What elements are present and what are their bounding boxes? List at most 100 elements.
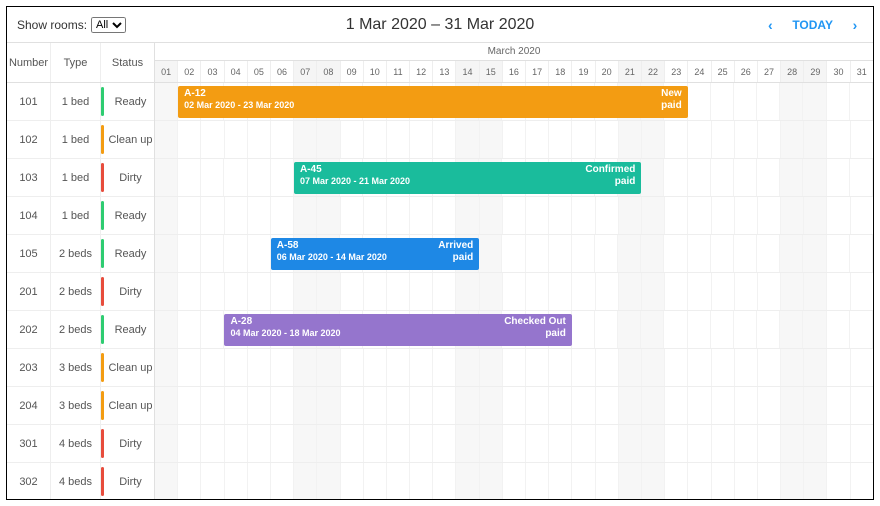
- timeline-cell[interactable]: [317, 387, 340, 424]
- timeline-cell[interactable]: [526, 273, 549, 310]
- timeline-cell[interactable]: [294, 273, 317, 310]
- timeline-cell[interactable]: [433, 273, 456, 310]
- timeline-cell[interactable]: [781, 273, 804, 310]
- timeline-cell[interactable]: [201, 311, 224, 348]
- timeline-cell[interactable]: [271, 463, 294, 499]
- timeline-cell[interactable]: [665, 197, 688, 234]
- timeline-cell[interactable]: [803, 83, 826, 120]
- timeline-cell[interactable]: [480, 197, 503, 234]
- timeline-cell[interactable]: [201, 387, 224, 424]
- timeline-cell[interactable]: [664, 235, 687, 272]
- timeline-cell[interactable]: [178, 121, 201, 158]
- timeline-cell[interactable]: [410, 349, 433, 386]
- timeline-cell[interactable]: [688, 349, 711, 386]
- timeline-cell[interactable]: [178, 197, 201, 234]
- timeline-cell[interactable]: [711, 235, 734, 272]
- timeline-row[interactable]: [155, 273, 873, 311]
- today-button[interactable]: TODAY: [792, 18, 833, 32]
- timeline-cell[interactable]: [851, 425, 873, 462]
- timeline-cell[interactable]: [503, 273, 526, 310]
- timeline-cell[interactable]: [850, 235, 873, 272]
- timeline-cell[interactable]: [758, 387, 781, 424]
- timeline-cell[interactable]: [572, 121, 595, 158]
- timeline-cell[interactable]: [758, 197, 781, 234]
- timeline-cell[interactable]: [480, 387, 503, 424]
- timeline-cell[interactable]: [410, 387, 433, 424]
- timeline-cell[interactable]: [456, 121, 479, 158]
- timeline-cell[interactable]: [433, 463, 456, 499]
- timeline-cell[interactable]: [665, 349, 688, 386]
- timeline-cell[interactable]: [804, 463, 827, 499]
- timeline-cell[interactable]: [781, 121, 804, 158]
- timeline-cell[interactable]: [225, 121, 248, 158]
- timeline-cell[interactable]: [850, 83, 873, 120]
- timeline-row[interactable]: [155, 387, 873, 425]
- timeline-cell[interactable]: [387, 463, 410, 499]
- timeline-cell[interactable]: [224, 159, 247, 196]
- timeline-cell[interactable]: [526, 387, 549, 424]
- timeline-cell[interactable]: [711, 159, 734, 196]
- timeline-cell[interactable]: [827, 83, 850, 120]
- timeline-cell[interactable]: [503, 425, 526, 462]
- timeline-row[interactable]: [155, 425, 873, 463]
- timeline-cell[interactable]: [294, 197, 317, 234]
- timeline-cell[interactable]: [248, 159, 271, 196]
- timeline-cell[interactable]: [503, 463, 526, 499]
- timeline-cell[interactable]: [410, 197, 433, 234]
- timeline-cell[interactable]: [642, 273, 665, 310]
- timeline-cell[interactable]: [851, 273, 873, 310]
- timeline-cell[interactable]: [734, 83, 757, 120]
- timeline-cell[interactable]: [549, 235, 572, 272]
- timeline-cell[interactable]: [688, 387, 711, 424]
- timeline-cell[interactable]: [155, 311, 178, 348]
- timeline-cell[interactable]: [294, 349, 317, 386]
- timeline-cell[interactable]: [851, 387, 873, 424]
- timeline-cell[interactable]: [248, 463, 271, 499]
- timeline-cell[interactable]: [225, 463, 248, 499]
- timeline-cell[interactable]: [317, 425, 340, 462]
- timeline-cell[interactable]: [758, 425, 781, 462]
- timeline-cell[interactable]: [618, 311, 641, 348]
- timeline-cell[interactable]: [271, 159, 294, 196]
- timeline-cell[interactable]: [549, 197, 572, 234]
- timeline-cell[interactable]: [851, 349, 873, 386]
- timeline-cell[interactable]: [178, 235, 201, 272]
- timeline-cell[interactable]: [387, 387, 410, 424]
- timeline-cell[interactable]: [688, 273, 711, 310]
- timeline-cell[interactable]: [850, 159, 873, 196]
- timeline-cell[interactable]: [155, 235, 178, 272]
- timeline-cell[interactable]: [155, 197, 178, 234]
- timeline-cell[interactable]: [155, 387, 178, 424]
- timeline-cell[interactable]: [387, 273, 410, 310]
- timeline-cell[interactable]: [688, 311, 711, 348]
- timeline-cell[interactable]: [433, 349, 456, 386]
- timeline-cell[interactable]: [758, 121, 781, 158]
- timeline-cell[interactable]: [201, 197, 224, 234]
- timeline-cell[interactable]: [433, 387, 456, 424]
- timeline-cell[interactable]: [664, 311, 687, 348]
- next-icon[interactable]: ›: [847, 17, 863, 33]
- timeline-cell[interactable]: [178, 273, 201, 310]
- timeline-cell[interactable]: [178, 463, 201, 499]
- timeline-cell[interactable]: [271, 197, 294, 234]
- timeline-cell[interactable]: [781, 349, 804, 386]
- timeline-cell[interactable]: [735, 387, 758, 424]
- timeline-cell[interactable]: [503, 387, 526, 424]
- timeline-cell[interactable]: [271, 273, 294, 310]
- timeline-cell[interactable]: [780, 235, 803, 272]
- timeline-cell[interactable]: [572, 463, 595, 499]
- timeline-cell[interactable]: [225, 387, 248, 424]
- timeline-cell[interactable]: [410, 425, 433, 462]
- timeline-cell[interactable]: [712, 273, 735, 310]
- timeline-cell[interactable]: [804, 349, 827, 386]
- timeline-cell[interactable]: [248, 349, 271, 386]
- timeline-cell[interactable]: [641, 235, 664, 272]
- timeline-cell[interactable]: [642, 387, 665, 424]
- timeline-cell[interactable]: [364, 197, 387, 234]
- timeline-cell[interactable]: [155, 425, 178, 462]
- timeline-cell[interactable]: [456, 387, 479, 424]
- timeline-cell[interactable]: [364, 273, 387, 310]
- timeline-cell[interactable]: [294, 121, 317, 158]
- timeline-cell[interactable]: [596, 197, 619, 234]
- timeline-row[interactable]: [155, 463, 873, 499]
